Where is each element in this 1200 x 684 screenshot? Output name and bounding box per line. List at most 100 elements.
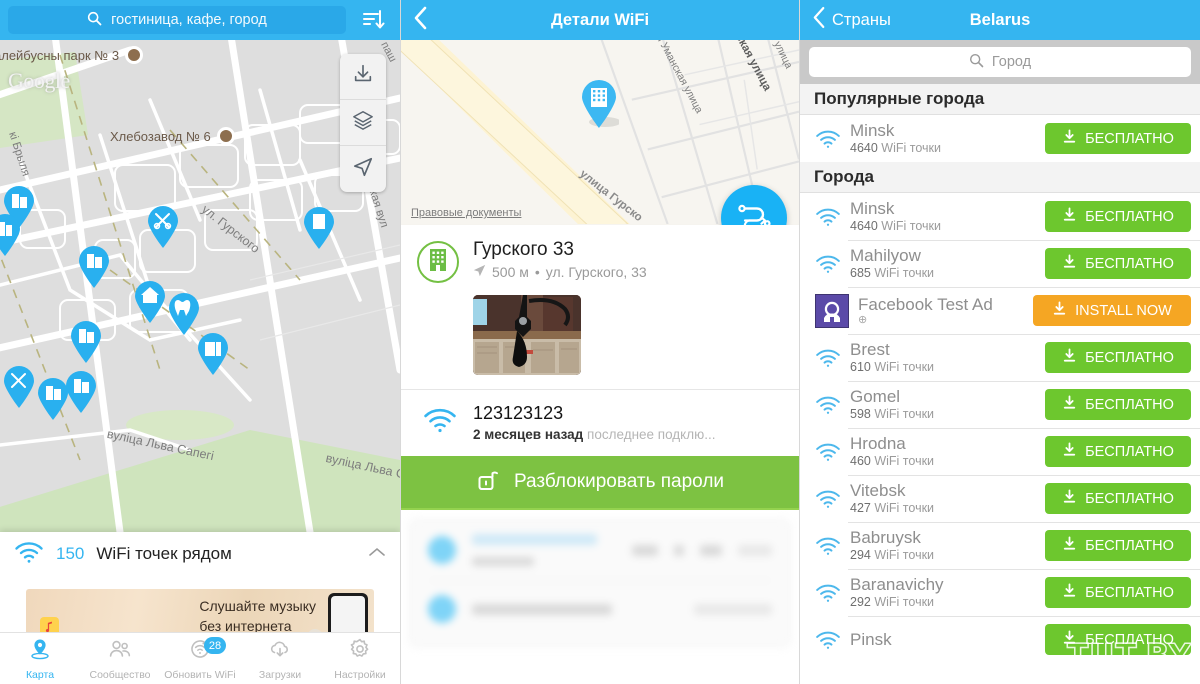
city-meta: Gomel 598 WiFi точки <box>844 387 1045 422</box>
city-count: 610 WiFi точки <box>850 360 935 374</box>
city-row-pinsk[interactable]: Pinsk БЕСПЛАТНО <box>800 616 1200 663</box>
building-icon <box>428 248 448 277</box>
download-city-button[interactable]: БЕСПЛАТНО <box>1045 123 1191 154</box>
download-icon <box>1062 129 1077 148</box>
map-panel: гостиница, кафе, город Google алейбусны … <box>0 0 400 684</box>
avatar <box>417 241 459 283</box>
wifi-icon <box>812 583 844 603</box>
search-input[interactable]: гостиница, кафе, город <box>8 6 346 34</box>
tab-settings[interactable]: Настройки <box>320 633 400 684</box>
map-pin-icon <box>28 637 52 666</box>
download-city-button[interactable]: БЕСПЛАТНО <box>1045 389 1191 420</box>
ad-row-facebook[interactable]: Facebook Test Ad ⊕ INSTALL NOW <box>800 287 1200 334</box>
refresh-wifi-badge: 28 <box>204 637 226 654</box>
city-search-wrapper: Город <box>800 40 1200 84</box>
wifi-network-row[interactable]: 123123123 2 месяцев назад последнее подк… <box>401 389 799 456</box>
city-search-input[interactable]: Город <box>809 47 1191 77</box>
wifi-ssid: 123123123 <box>473 403 564 423</box>
map-pin-restaurant[interactable] <box>2 365 36 409</box>
city-row-vitebsk[interactable]: Vitebsk 427 WiFi точки БЕСПЛАТНО <box>800 475 1200 522</box>
blurred-content-card <box>409 519 791 647</box>
tab-community[interactable]: Сообщество <box>80 633 160 684</box>
city-row-hrodna[interactable]: Hrodna 460 WiFi точки БЕСПЛАТНО <box>800 428 1200 475</box>
map-pin-building[interactable] <box>0 213 22 257</box>
cities-list: Популярные города Minsk 4640 WiFi точки <box>800 84 1200 663</box>
section-popular-cities: Популярные города <box>800 84 1200 115</box>
wifi-icon <box>812 254 844 274</box>
place-distance: 500 м <box>492 264 529 280</box>
city-row-brest[interactable]: Brest 610 WiFi точки БЕСПЛАТНО <box>800 334 1200 381</box>
download-icon <box>1062 489 1077 508</box>
city-name: Minsk <box>850 199 895 218</box>
download-button-label: БЕСПЛАТНО <box>1085 490 1174 507</box>
legal-documents-link[interactable]: Правовые документы <box>411 207 521 219</box>
download-map-button[interactable] <box>340 54 386 100</box>
download-city-button[interactable]: БЕСПЛАТНО <box>1045 530 1191 561</box>
map-pin-shop[interactable] <box>196 332 230 376</box>
city-row-minsk[interactable]: Minsk 4640 WiFi точки БЕСПЛАТНО <box>800 193 1200 240</box>
cloud-download-icon <box>268 637 292 666</box>
blurred-avatar <box>428 595 456 623</box>
detail-map-pin[interactable] <box>579 78 621 130</box>
bottom-tab-bar: Карта Сообщество 28 Обновить WiFi Загруз… <box>0 632 400 684</box>
map-pin-building[interactable] <box>302 206 336 250</box>
unlock-passwords-button[interactable]: Разблокировать пароли <box>401 456 799 510</box>
download-city-button[interactable]: БЕСПЛАТНО <box>1045 342 1191 373</box>
back-button[interactable] <box>413 5 429 36</box>
map-pin-dental[interactable] <box>167 292 201 336</box>
install-now-button[interactable]: INSTALL NOW <box>1033 295 1191 326</box>
download-button-label: БЕСПЛАТНО <box>1085 584 1174 601</box>
download-city-button[interactable]: БЕСПЛАТНО <box>1045 436 1191 467</box>
map-pin-home[interactable] <box>133 280 167 324</box>
place-photo[interactable] <box>473 295 581 375</box>
map-pin-building[interactable] <box>64 370 98 414</box>
city-row-gomel[interactable]: Gomel 598 WiFi точки БЕСПЛАТНО <box>800 381 1200 428</box>
city-count: 427 WiFi точки <box>850 501 935 515</box>
tab-refresh-wifi[interactable]: 28 Обновить WiFi <box>160 633 240 684</box>
tab-map[interactable]: Карта <box>0 633 80 684</box>
download-icon <box>1052 301 1067 320</box>
nearby-count: 150 <box>56 544 85 563</box>
city-row-babruysk[interactable]: Babruysk 294 WiFi точки БЕСПЛАТНО <box>800 522 1200 569</box>
download-city-button[interactable]: БЕСПЛАТНО <box>1045 624 1191 655</box>
download-city-button[interactable]: БЕСПЛАТНО <box>1045 577 1191 608</box>
row-divider <box>848 475 1200 476</box>
map-pin-building[interactable] <box>69 320 103 364</box>
back-to-countries-button[interactable]: Страны <box>812 5 891 35</box>
row-divider <box>848 522 1200 523</box>
city-row-baranavichy[interactable]: Baranavichy 292 WiFi точки БЕСПЛАТНО <box>800 569 1200 616</box>
download-city-button[interactable]: БЕСПЛАТНО <box>1045 248 1191 279</box>
map-pin-building[interactable] <box>77 245 111 289</box>
city-meta: Mahilyow 685 WiFi точки <box>844 246 1045 281</box>
chevron-up-icon[interactable] <box>368 545 386 563</box>
place-text: Гурского 33 500 м • ул. Гурского, 33 <box>473 239 647 280</box>
chevron-left-icon <box>413 5 429 36</box>
row-divider <box>848 287 1200 288</box>
download-icon <box>1062 630 1077 649</box>
city-row-mahilyow[interactable]: Mahilyow 685 WiFi точки БЕСПЛАТНО <box>800 240 1200 287</box>
download-button-label: БЕСПЛАТНО <box>1085 255 1174 272</box>
map-pin-restaurant[interactable] <box>146 205 180 249</box>
chevron-left-icon <box>812 5 827 35</box>
download-city-button[interactable]: БЕСПЛАТНО <box>1045 483 1191 514</box>
map-canvas[interactable]: Google алейбусны парк № 3 Хлебозавод № 6… <box>0 40 400 532</box>
map-poi-label: Хлебозавод № 6 <box>110 127 235 145</box>
download-button-label: БЕСПЛАТНО <box>1085 537 1174 554</box>
nearby-wifi-header[interactable]: 150 WiFi точек рядом <box>0 532 400 576</box>
map-poi-label: алейбусны парк № 3 <box>0 46 144 64</box>
city-meta: Babruysk 294 WiFi точки <box>844 528 1045 563</box>
download-icon <box>1062 583 1077 602</box>
locate-me-button[interactable] <box>340 146 386 192</box>
city-count: 685 WiFi точки <box>850 266 935 280</box>
sort-descending-icon[interactable] <box>354 5 392 35</box>
city-row-minsk-popular[interactable]: Minsk 4640 WiFi точки БЕСПЛАТНО <box>800 115 1200 162</box>
wifi-icon <box>812 129 844 149</box>
tab-downloads[interactable]: Загрузки <box>240 633 320 684</box>
place-info-row[interactable]: Гурского 33 500 м • ул. Гурского, 33 <box>401 225 799 283</box>
place-separator: • <box>534 264 540 280</box>
detail-map[interactable]: Уманская улица 1-я Уманская улица ская у… <box>401 40 799 225</box>
download-city-button[interactable]: БЕСПЛАТНО <box>1045 201 1191 232</box>
unlock-icon <box>476 466 500 498</box>
tab-label: Настройки <box>334 668 386 681</box>
map-layers-button[interactable] <box>340 100 386 146</box>
